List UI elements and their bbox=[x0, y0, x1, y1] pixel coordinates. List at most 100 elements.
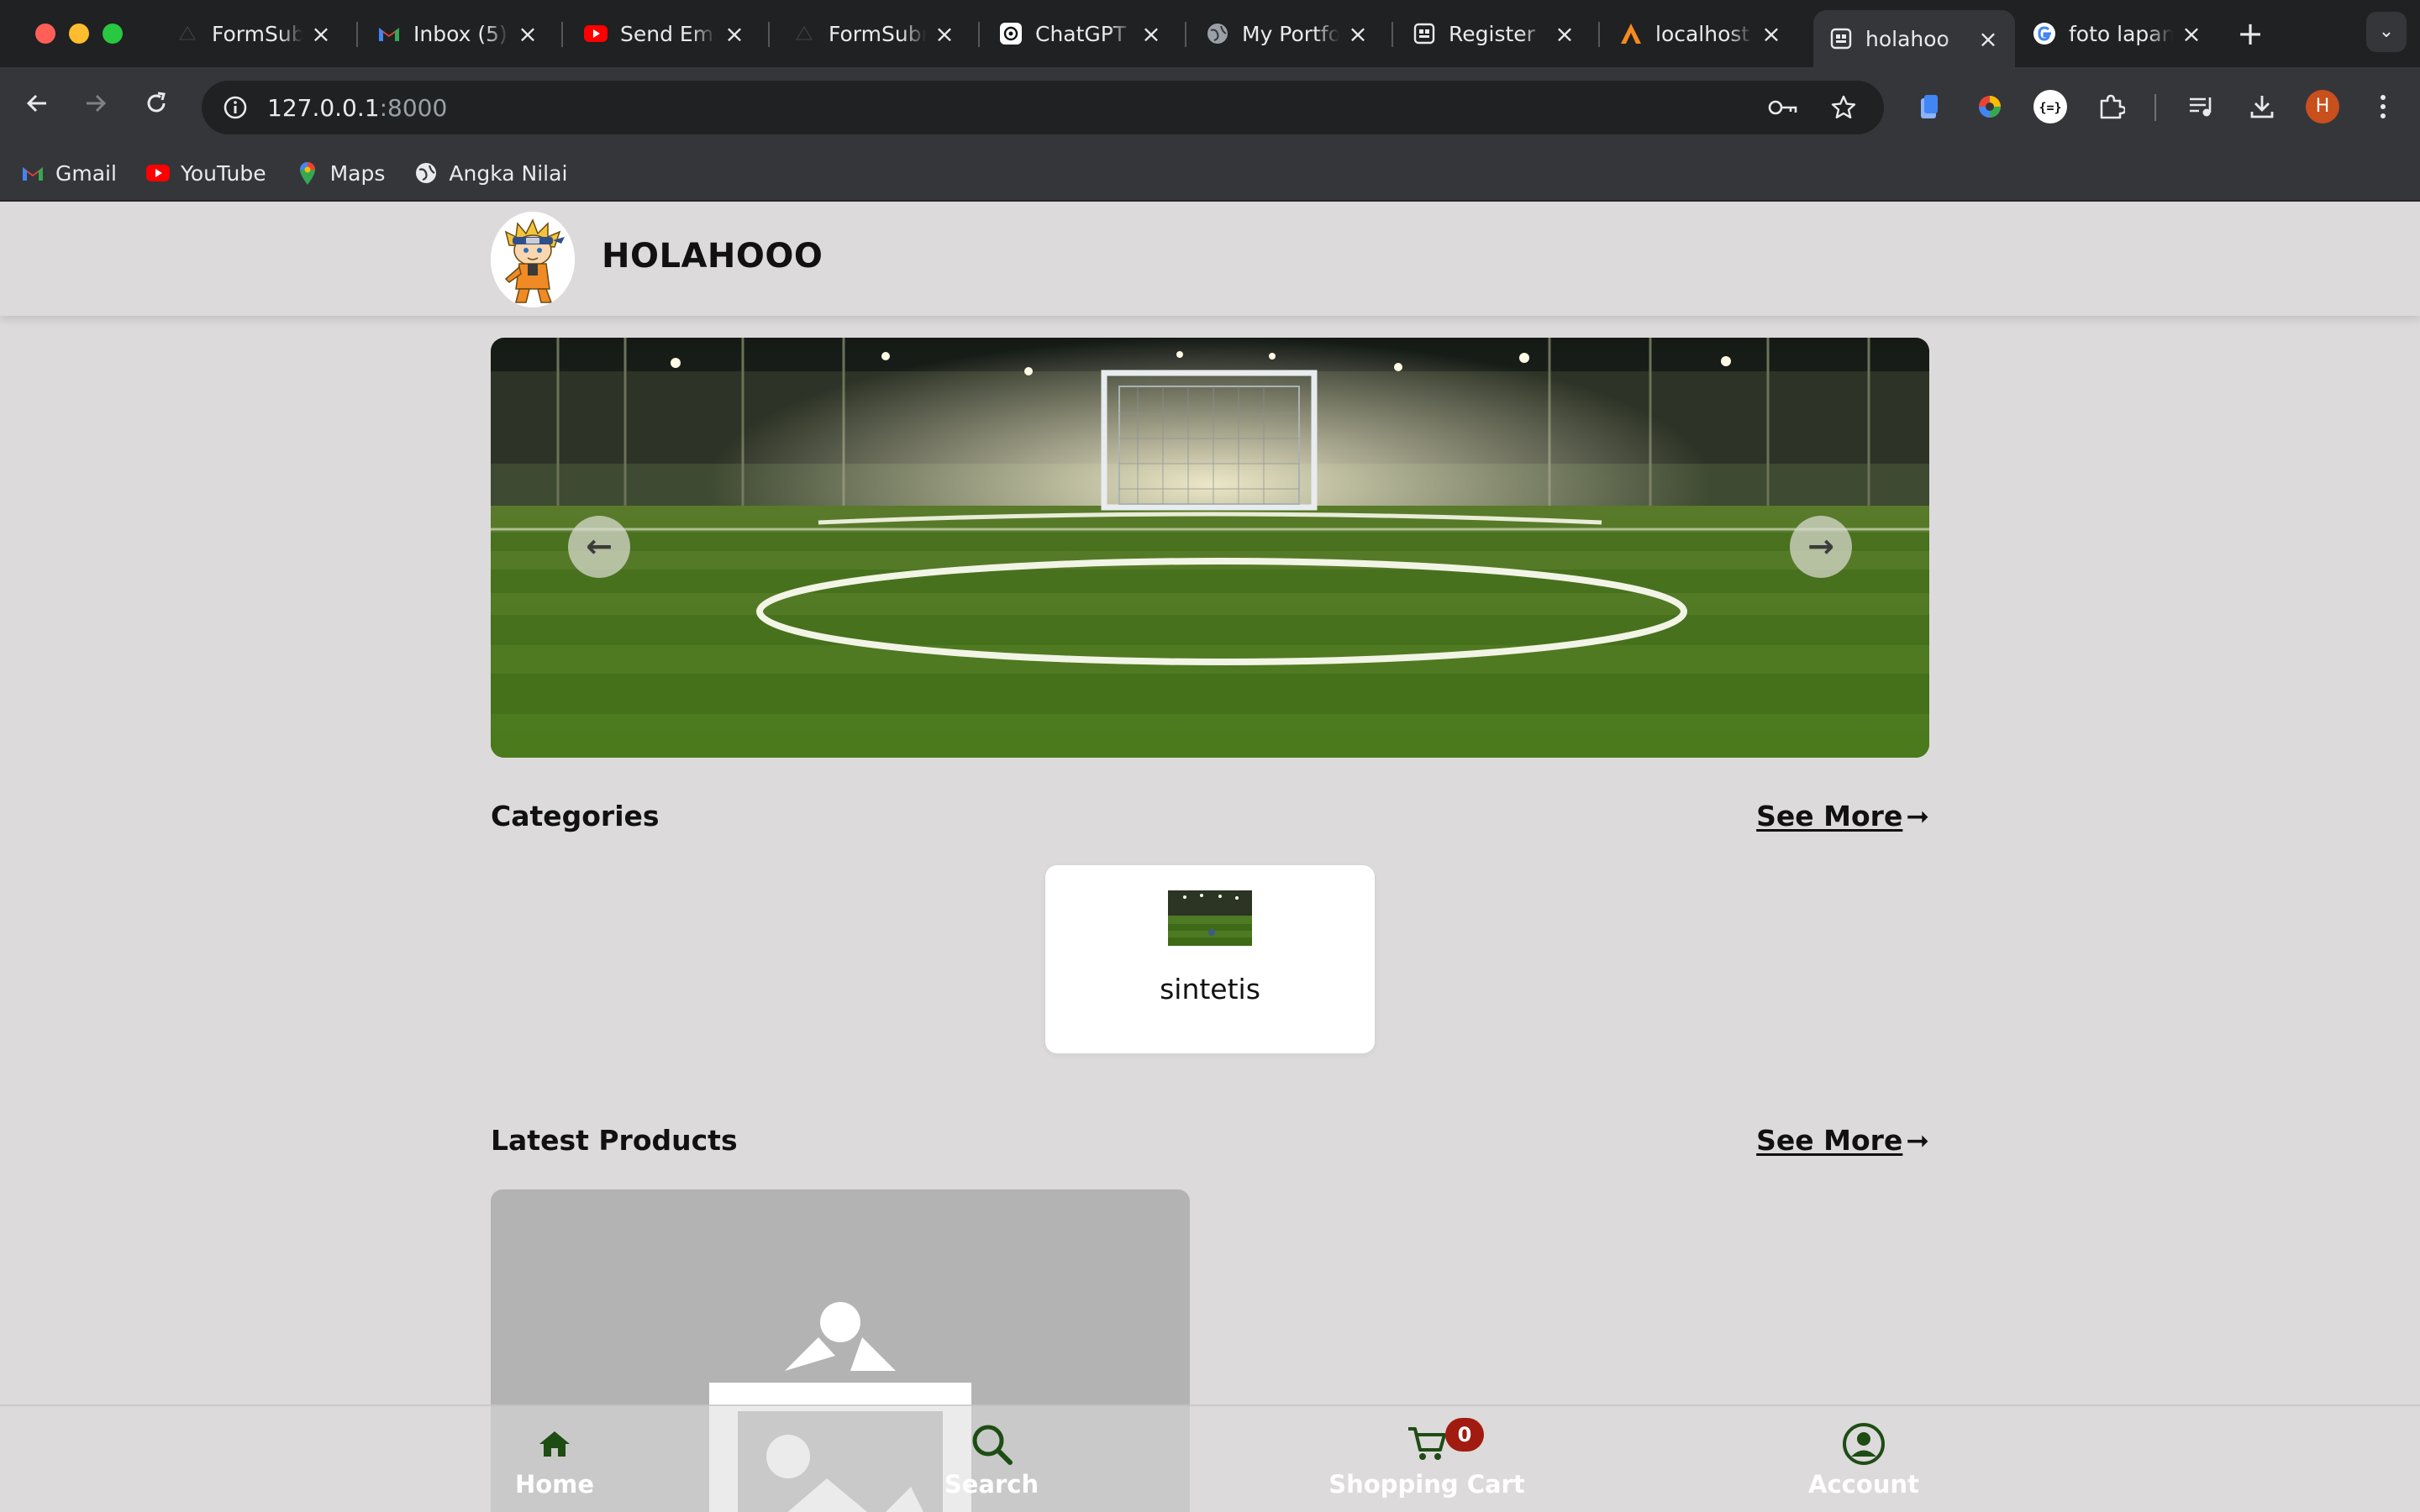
bookmark-label: Gmail bbox=[55, 160, 117, 186]
bookmark-angka-nilai[interactable]: Angka Nilai bbox=[413, 160, 567, 186]
see-more-label: See More bbox=[1756, 800, 1903, 832]
site-info-icon[interactable] bbox=[217, 89, 254, 126]
account-icon bbox=[1843, 1423, 1885, 1465]
categories-see-more-link[interactable]: See More ➞ bbox=[1756, 800, 1929, 832]
cartoon-ninja-logo-icon bbox=[491, 212, 575, 307]
nav-search-label: Search bbox=[944, 1470, 1039, 1499]
see-more-label: See More bbox=[1756, 1124, 1903, 1157]
latest-products-heading: Latest Products bbox=[491, 1124, 738, 1157]
gmail-icon bbox=[20, 160, 45, 186]
window-minimize-button[interactable] bbox=[69, 24, 89, 44]
bottom-navigation: Home Search 0 Shopping Cart Account bbox=[0, 1404, 2420, 1512]
bookmark-label: Maps bbox=[329, 160, 386, 186]
password-key-icon[interactable] bbox=[1765, 89, 1802, 126]
bookmark-label: Angka Nilai bbox=[449, 160, 568, 186]
extensions-puzzle-icon[interactable] bbox=[2089, 85, 2133, 129]
tab-close-icon[interactable]: × bbox=[1553, 20, 1576, 48]
cart-icon bbox=[1408, 1427, 1446, 1460]
browser-tab[interactable]: Send Email × bbox=[568, 10, 761, 57]
futsal-field-image bbox=[491, 338, 1929, 758]
extension-color-picker-icon[interactable] bbox=[1968, 85, 2012, 129]
toolbar-separator bbox=[2154, 94, 2156, 121]
back-button[interactable] bbox=[15, 85, 59, 129]
arrow-right-icon: ➞ bbox=[1906, 1124, 1929, 1157]
hero-carousel: ← → bbox=[491, 338, 1929, 758]
tab-separator bbox=[356, 22, 358, 47]
page-viewport: HOLAHOOO ← → Categories See More ➞ sinte… bbox=[0, 202, 2420, 1512]
nav-home[interactable]: Home bbox=[429, 1421, 681, 1499]
extension-json-icon[interactable]: {=} bbox=[2028, 85, 2072, 129]
tab-close-icon[interactable]: × bbox=[1346, 20, 1370, 48]
reload-icon bbox=[147, 92, 166, 113]
downloads-icon[interactable] bbox=[2240, 85, 2284, 129]
youtube-icon bbox=[145, 160, 171, 186]
arrow-left-icon bbox=[26, 94, 46, 113]
category-name: sintetis bbox=[1160, 973, 1260, 1005]
browser-tab[interactable]: localhost × bbox=[1603, 10, 1798, 57]
carousel-prev-button[interactable]: ← bbox=[568, 516, 630, 578]
chatgpt-icon bbox=[998, 21, 1023, 46]
browser-tab[interactable]: FormSubmit × bbox=[160, 10, 348, 57]
formsubmit-icon bbox=[792, 21, 817, 46]
window-close-button[interactable] bbox=[35, 24, 55, 44]
tab-title: FormSubmit bbox=[829, 21, 926, 46]
new-tab-button[interactable]: + bbox=[2232, 15, 2269, 52]
formsubmit-icon bbox=[175, 21, 200, 46]
bookmark-youtube[interactable]: YouTube bbox=[145, 160, 266, 186]
brand-name[interactable]: HOLAHOOO bbox=[602, 237, 823, 276]
browser-tab[interactable]: foto lapangan × bbox=[2017, 10, 2218, 57]
svg-text:{=}: {=} bbox=[2039, 100, 2061, 115]
browser-tab[interactable]: My Portfolio × bbox=[1190, 10, 1385, 57]
tab-title: foto lapangan bbox=[2069, 21, 2173, 46]
tab-title: My Portfolio bbox=[1242, 21, 1339, 46]
nav-shopping-cart[interactable]: 0 Shopping Cart bbox=[1301, 1418, 1553, 1499]
tab-close-icon[interactable]: × bbox=[1139, 20, 1163, 48]
bookmark-maps[interactable]: Maps bbox=[295, 160, 386, 186]
browser-tab-strip: FormSubmit × Inbox (5) × Send Email × Fo… bbox=[0, 0, 2420, 67]
media-queue-icon[interactable] bbox=[2180, 85, 2223, 129]
tab-close-icon[interactable]: × bbox=[933, 20, 956, 48]
tab-separator bbox=[1598, 22, 1600, 47]
tab-close-icon[interactable]: × bbox=[1760, 20, 1783, 48]
tab-separator bbox=[1392, 22, 1393, 47]
nav-account-label: Account bbox=[1808, 1470, 1919, 1499]
extension-docs-icon[interactable] bbox=[1907, 85, 1951, 129]
tab-search-button[interactable]: ⌄ bbox=[2366, 12, 2407, 52]
browser-tab[interactable]: Register × bbox=[1397, 10, 1591, 57]
tab-close-icon[interactable]: × bbox=[723, 20, 746, 48]
home-icon bbox=[539, 1431, 570, 1457]
globe-icon bbox=[413, 160, 439, 186]
profile-avatar[interactable]: H bbox=[2301, 85, 2344, 129]
browser-tab-active[interactable]: holahoo × bbox=[1813, 10, 2015, 67]
carousel-next-button[interactable]: → bbox=[1790, 516, 1852, 578]
search-icon bbox=[972, 1425, 1013, 1465]
maps-icon bbox=[295, 160, 320, 186]
bookmark-star-icon[interactable] bbox=[1825, 89, 1862, 126]
browser-tab[interactable]: FormSubmit × bbox=[776, 10, 971, 57]
browser-tab[interactable]: Inbox (5) × bbox=[361, 10, 555, 57]
nav-search[interactable]: Search bbox=[865, 1421, 1118, 1499]
bookmark-gmail[interactable]: Gmail bbox=[20, 160, 117, 186]
tab-close-icon[interactable]: × bbox=[2180, 20, 2203, 48]
tab-separator bbox=[768, 22, 770, 47]
window-zoom-button[interactable] bbox=[103, 24, 123, 44]
nav-account[interactable]: Account bbox=[1738, 1421, 1990, 1499]
forward-button[interactable] bbox=[74, 85, 118, 129]
url-port: :8000 bbox=[379, 93, 448, 122]
page-icon bbox=[1412, 21, 1437, 46]
tab-separator bbox=[978, 22, 980, 47]
reload-button[interactable] bbox=[134, 85, 178, 129]
latest-products-see-more-link[interactable]: See More ➞ bbox=[1756, 1124, 1929, 1157]
nav-cart-label: Shopping Cart bbox=[1328, 1470, 1525, 1499]
category-thumbnail bbox=[1168, 890, 1252, 946]
tab-close-icon[interactable]: × bbox=[1976, 25, 2000, 53]
browser-menu-icon[interactable] bbox=[2361, 85, 2405, 129]
category-card[interactable]: sintetis bbox=[1045, 865, 1375, 1053]
tab-close-icon[interactable]: × bbox=[309, 20, 333, 48]
browser-tab[interactable]: ChatGPT × bbox=[983, 10, 1178, 57]
tab-title: FormSubmit bbox=[212, 21, 302, 46]
tab-close-icon[interactable]: × bbox=[516, 20, 539, 48]
address-bar[interactable]: 127.0.0.1:8000 bbox=[202, 81, 1884, 134]
site-logo[interactable] bbox=[491, 212, 575, 307]
url-host: 127.0.0.1 bbox=[267, 93, 380, 122]
